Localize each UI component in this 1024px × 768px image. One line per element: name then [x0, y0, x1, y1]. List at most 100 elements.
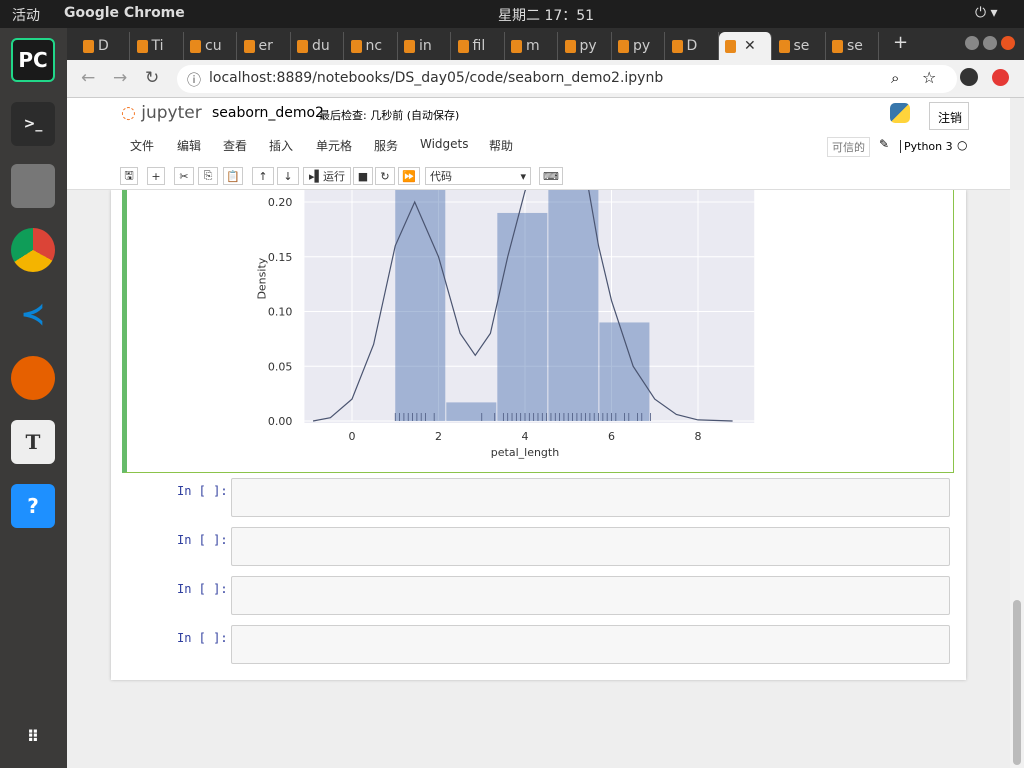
url-input[interactable]: ⓘ localhost:8889/notebooks/DS_day05/code/…: [177, 65, 957, 93]
cell-input[interactable]: [231, 478, 950, 517]
browser-tab[interactable]: D: [77, 32, 130, 60]
x-tick-label: 0: [349, 430, 356, 443]
histogram-bar: [497, 212, 548, 421]
output-cell[interactable]: 0 2 4 6 8 0.00 0.05 0.10 0.15 0.20 petal_length Den…: [122, 180, 954, 473]
power-icon[interactable]: ⏻ ▾: [975, 5, 998, 21]
save-icon[interactable]: 🖫: [120, 167, 138, 185]
tab-favicon-icon: [243, 39, 255, 53]
typora-icon[interactable]: T: [11, 420, 55, 464]
back-icon[interactable]: ←: [81, 68, 95, 88]
tab-title: in: [419, 38, 432, 54]
tab-favicon-icon: [297, 39, 308, 53]
code-cell[interactable]: In [ ]:: [111, 576, 966, 616]
tab-favicon-icon: [725, 39, 736, 53]
cut-icon[interactable]: ✂: [174, 167, 194, 185]
y-tick-label: 0.00: [268, 415, 293, 428]
url-text: localhost:8889/notebooks/DS_day05/code/s…: [209, 70, 664, 86]
histogram-bar: [446, 402, 497, 421]
tab-title: er: [258, 38, 273, 54]
firefox-icon[interactable]: [11, 356, 55, 400]
zoom-icon[interactable]: ⌕: [891, 69, 899, 87]
move-up-icon[interactable]: ↑: [252, 167, 274, 185]
new-tab-button[interactable]: +: [893, 32, 908, 53]
scrollbar-thumb[interactable]: [1013, 600, 1021, 765]
browser-tab[interactable]: m: [505, 32, 558, 60]
vscode-icon[interactable]: ≺: [11, 292, 55, 336]
cell-prompt: In [ ]:: [177, 631, 228, 645]
stop-icon[interactable]: ■: [353, 167, 373, 185]
info-icon[interactable]: ⓘ: [187, 70, 201, 90]
trusted-indicator[interactable]: 可信的: [827, 137, 870, 157]
histogram-bar: [548, 180, 599, 421]
browser-tab[interactable]: cu: [184, 32, 237, 60]
menu-item[interactable]: 插入: [269, 137, 293, 154]
jupyter-logo[interactable]: ◌ jupyter: [121, 103, 202, 123]
logout-button[interactable]: 注销: [929, 102, 969, 130]
code-cell[interactable]: In [ ]:: [111, 625, 966, 665]
paste-icon[interactable]: 📋: [223, 167, 243, 185]
notebook-container: 0 2 4 6 8 0.00 0.05 0.10 0.15 0.20 petal_length Den…: [111, 180, 966, 680]
cell-type-select[interactable]: 代码 ▾: [425, 167, 531, 185]
browser-tab[interactable]: du: [291, 32, 344, 60]
tab-favicon-icon: [618, 39, 629, 53]
browser-tab[interactable]: Ti: [131, 32, 184, 60]
tab-title: Ti: [151, 38, 164, 54]
profile-avatar[interactable]: [960, 68, 978, 86]
page-scrollbar[interactable]: [1010, 190, 1024, 768]
cell-input[interactable]: [231, 625, 950, 664]
tab-favicon-icon: [564, 39, 576, 53]
browser-tab[interactable]: er: [238, 32, 291, 60]
app-menu[interactable]: Google Chrome: [64, 5, 185, 21]
x-tick-label: 8: [695, 430, 702, 443]
distplot-chart: 0 2 4 6 8 0.00 0.05 0.10 0.15 0.20 petal_length Den…: [255, 180, 755, 459]
browser-tab[interactable]: in: [398, 32, 451, 60]
menu-item[interactable]: 服务: [374, 137, 398, 154]
update-icon[interactable]: [992, 69, 1009, 86]
clock[interactable]: 星期二 17：51: [498, 5, 594, 25]
browser-tab[interactable]: py: [612, 32, 665, 60]
cell-input[interactable]: [231, 527, 950, 566]
terminal-icon[interactable]: >_: [11, 102, 55, 146]
browser-tab[interactable]: D: [666, 32, 719, 60]
cell-prompt: In [ ]:: [177, 484, 228, 498]
app-icon[interactable]: ?: [11, 484, 55, 528]
minimize-button[interactable]: [965, 36, 979, 50]
menu-item[interactable]: 帮助: [489, 137, 513, 154]
browser-tab[interactable]: se: [826, 32, 879, 60]
reload-icon[interactable]: ↻: [145, 68, 159, 88]
bookmark-star-icon[interactable]: ☆: [922, 68, 936, 87]
keyboard-icon[interactable]: ⌨: [539, 167, 563, 185]
browser-tab[interactable]: fil: [452, 32, 505, 60]
code-cell[interactable]: In [ ]:: [111, 527, 966, 567]
browser-tab[interactable]: nc: [345, 32, 398, 60]
run-button[interactable]: ▸▌ 运行: [303, 167, 351, 185]
close-window-button[interactable]: [1001, 36, 1015, 50]
y-axis-label: Density: [255, 257, 268, 299]
chrome-icon[interactable]: [11, 228, 55, 272]
browser-tab[interactable]: se: [773, 32, 826, 60]
browser-tab[interactable]: ✕: [719, 32, 772, 60]
copy-icon[interactable]: ⎘: [198, 167, 218, 185]
browser-tab[interactable]: py: [559, 32, 612, 60]
close-tab-icon[interactable]: ✕: [744, 38, 756, 54]
menu-item[interactable]: 查看: [223, 137, 247, 154]
edit-pencil-icon[interactable]: ✎: [879, 137, 889, 151]
forward-icon[interactable]: →: [113, 68, 127, 88]
menu-item[interactable]: 文件: [130, 137, 154, 154]
files-icon[interactable]: [11, 164, 55, 208]
notebook-name[interactable]: seaborn_demo2: [212, 105, 324, 121]
maximize-button[interactable]: [983, 36, 997, 50]
show-apps-icon[interactable]: ⠿: [11, 714, 55, 758]
cell-input[interactable]: [231, 576, 950, 615]
activities-button[interactable]: 活动: [12, 5, 40, 25]
fast-forward-icon[interactable]: ⏩: [398, 167, 420, 185]
tab-title: m: [526, 38, 540, 54]
restart-icon[interactable]: ↻: [375, 167, 395, 185]
pycharm-icon[interactable]: PC: [11, 38, 55, 82]
menu-item[interactable]: 单元格: [316, 137, 352, 154]
menu-item[interactable]: 编辑: [177, 137, 201, 154]
code-cell[interactable]: In [ ]:: [111, 478, 966, 518]
insert-cell-icon[interactable]: +: [147, 167, 165, 185]
menu-item[interactable]: Widgets: [420, 137, 469, 151]
move-down-icon[interactable]: ↓: [277, 167, 299, 185]
